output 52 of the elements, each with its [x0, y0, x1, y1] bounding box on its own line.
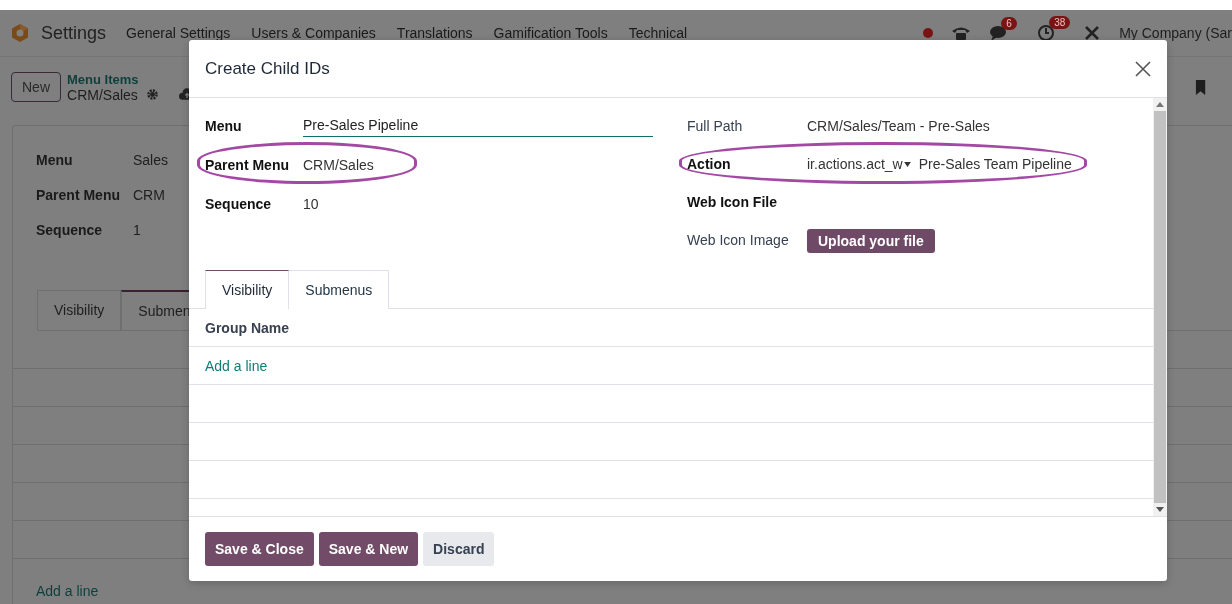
field-value: Pre-Sales Team Pipeline [918, 156, 1072, 172]
model-select[interactable]: ir.actions.act_w [807, 156, 913, 172]
field-label: Menu [205, 118, 243, 134]
activity-count-badge: 38 [1049, 16, 1071, 29]
gear-icon[interactable] [145, 88, 159, 101]
field-value: 10 [303, 196, 319, 212]
scroll-down-icon[interactable] [1156, 507, 1164, 512]
field-label: Parent Menu [36, 187, 121, 203]
close-icon[interactable] [1135, 60, 1151, 77]
nav-menu-item[interactable]: General Settings [126, 25, 231, 41]
menu-input-field[interactable]: Pre-Sales Pipeline [303, 117, 653, 137]
message-count-badge: 6 [1001, 17, 1017, 30]
add-line-link[interactable]: Add a line [36, 583, 99, 599]
nav-menu-item[interactable]: Translations [396, 25, 473, 41]
nav-menu-item[interactable]: Gamification Tools [493, 25, 608, 41]
status-dot-icon[interactable] [923, 28, 934, 38]
phone-icon[interactable] [951, 25, 972, 41]
add-line-link[interactable]: Add a line [205, 357, 268, 374]
column-header: Group Name [205, 319, 289, 336]
field-label: Action [687, 156, 732, 172]
field-label: Menu [36, 152, 74, 168]
field-value: CRM/Sales [303, 157, 374, 173]
field-label: Web Icon File [687, 194, 778, 210]
upload-button[interactable]: Upload your file [807, 229, 935, 253]
company-switcher[interactable]: My Company (Sar [1119, 25, 1232, 41]
form-tab[interactable]: Visibility [37, 290, 122, 330]
field-value: CRM/Sales/Team - Pre-Sales [807, 118, 990, 134]
field-label: Full Path [687, 118, 744, 134]
field-label: Web Icon Image [687, 232, 790, 248]
record-title: CRM/Sales [67, 86, 138, 103]
app-name[interactable]: Settings [41, 22, 107, 44]
dialog-tab[interactable]: Visibility [205, 270, 290, 309]
new-button[interactable]: New [11, 72, 61, 102]
field-value: 1 [133, 222, 141, 238]
dialog-tab[interactable]: Submenus [289, 270, 390, 309]
nav-menu-item[interactable]: Technical [628, 25, 688, 41]
field-label: Sequence [36, 222, 104, 238]
tools-icon[interactable] [1083, 24, 1102, 42]
dialog-button[interactable]: Save & New [318, 532, 419, 566]
field-label: Sequence [205, 196, 273, 212]
dialog-button[interactable]: Save & Close [205, 532, 314, 566]
dialog-button[interactable]: Discard [423, 532, 495, 566]
bookmark-icon[interactable] [1195, 78, 1208, 96]
field-label: Parent Menu [205, 157, 290, 173]
nav-menu-item[interactable]: Users & Companies [251, 25, 376, 41]
dialog-title: Create Child IDs [205, 58, 330, 79]
caret-icon [903, 161, 911, 167]
clock-icon[interactable] [1037, 24, 1056, 42]
scroll-up-icon[interactable] [1156, 102, 1164, 107]
field-value: CRM [133, 187, 165, 203]
scrollbar[interactable] [1153, 98, 1167, 516]
field-value: Sales [133, 152, 169, 168]
